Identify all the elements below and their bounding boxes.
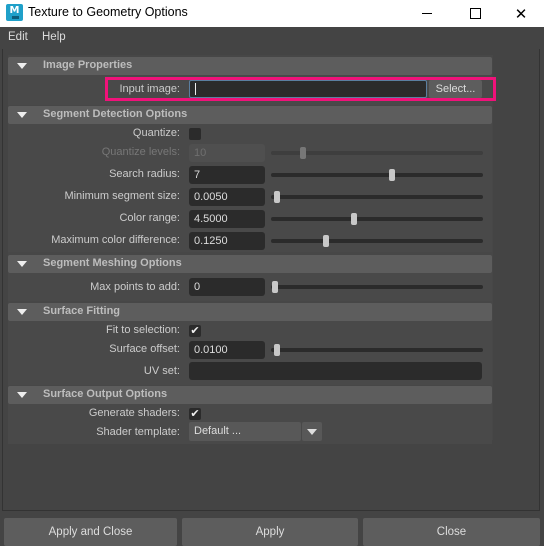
maximize-button[interactable] [452,0,498,27]
chevron-down-icon[interactable] [302,422,322,441]
section-title: Segment Meshing Options [43,257,182,269]
fit-to-selection-label: Fit to selection: [106,324,180,336]
section-surface-output[interactable]: Surface Output Options [8,386,492,404]
checkmark-icon: ✔ [190,407,200,420]
section-segment-detection[interactable]: Segment Detection Options [8,106,492,124]
checkmark-icon: ✔ [190,324,200,337]
slider-track [271,173,483,177]
collapse-triangle-icon [17,261,27,267]
maya-app-icon: M [6,4,23,21]
menu-bar: Edit Help [0,27,544,49]
slider-track [271,217,483,221]
shader-template-dropdown[interactable]: Default ... [189,422,301,441]
section-surface-fitting[interactable]: Surface Fitting [8,303,492,321]
slider-thumb[interactable] [274,191,281,203]
max-color-difference-label: Maximum color difference: [51,234,180,246]
max-points-label: Max points to add: [90,281,180,293]
collapse-triangle-icon [17,112,27,118]
collapse-triangle-icon [17,63,27,69]
search-radius-field[interactable]: 7 [189,166,265,184]
title-bar: M Texture to Geometry Options ✕ [0,0,544,27]
slider-track [271,348,483,352]
surface-offset-label: Surface offset: [109,343,180,355]
max-points-field[interactable]: 0 [189,278,265,296]
slider-thumb[interactable] [323,235,330,247]
menu-help[interactable]: Help [42,31,66,43]
input-image-label: Input image: [119,83,180,95]
slider-thumb[interactable] [350,213,357,225]
minimize-button[interactable] [404,0,450,27]
slider-track [271,239,483,243]
collapse-triangle-icon [17,392,27,398]
quantize-label: Quantize: [132,127,180,139]
section-segment-meshing[interactable]: Segment Meshing Options [8,255,492,273]
quantize-levels-slider[interactable] [271,144,483,162]
input-image-field[interactable] [189,80,427,98]
search-radius-slider[interactable] [271,166,483,184]
surface-offset-slider[interactable] [271,341,483,359]
section-title: Image Properties [43,59,133,71]
max-points-slider[interactable] [271,278,483,296]
quantize-checkbox[interactable] [189,128,201,140]
generate-shaders-checkbox[interactable]: ✔ [189,408,201,420]
color-range-field[interactable]: 4.5000 [189,210,265,228]
section-title: Surface Fitting [43,305,121,317]
select-image-button[interactable]: Select... [429,80,482,98]
close-window-button[interactable]: ✕ [498,0,544,27]
text-caret [195,83,196,95]
apply-button[interactable]: Apply [182,518,358,546]
slider-track [271,195,483,199]
shader-template-label: Shader template: [96,426,180,438]
quantize-levels-label: Quantize levels: [101,146,180,158]
slider-thumb[interactable] [274,344,281,356]
min-segment-size-slider[interactable] [271,188,483,206]
menu-edit[interactable]: Edit [8,31,28,43]
section-title: Surface Output Options [43,388,168,400]
slider-track [271,285,483,289]
collapse-triangle-icon [17,309,27,315]
max-color-difference-field[interactable]: 0.1250 [189,232,265,250]
max-color-difference-slider[interactable] [271,232,483,250]
min-segment-size-label: Minimum segment size: [64,190,180,202]
color-range-slider[interactable] [271,210,483,228]
section-title: Segment Detection Options [43,108,188,120]
color-range-label: Color range: [119,212,180,224]
slider-thumb[interactable] [388,169,395,181]
search-radius-label: Search radius: [109,168,180,180]
surface-offset-field[interactable]: 0.0100 [189,341,265,359]
uv-set-label: UV set: [143,365,180,377]
apply-and-close-button[interactable]: Apply and Close [4,518,177,546]
min-segment-size-field[interactable]: 0.0050 [189,188,265,206]
window-title: Texture to Geometry Options [28,5,188,19]
slider-thumb[interactable] [272,281,279,293]
fit-to-selection-checkbox[interactable]: ✔ [189,325,201,337]
slider-thumb[interactable] [299,147,306,159]
section-image-properties[interactable]: Image Properties [8,57,492,75]
generate-shaders-label: Generate shaders: [88,407,180,419]
close-button[interactable]: Close [363,518,540,546]
uv-set-field[interactable] [189,362,482,380]
quantize-levels-field[interactable]: 10 [189,144,265,162]
